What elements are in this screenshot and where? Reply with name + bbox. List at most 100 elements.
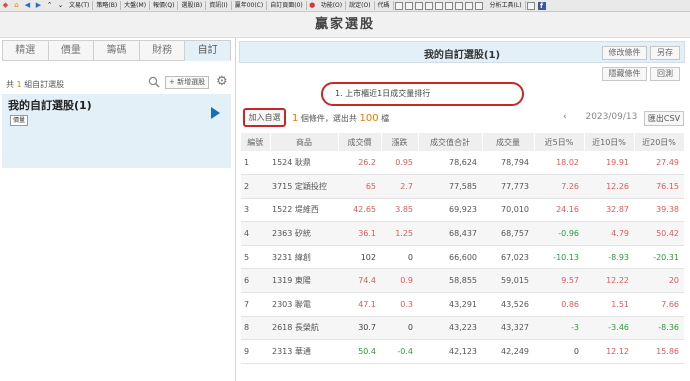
table-row[interactable]: 4 2363 矽統 36.1 1.25 68,437 68,757 -0.96 4.79 50.… — [241, 221, 684, 246]
window-icon-4[interactable] — [424, 1, 433, 10]
gear-icon[interactable]: ⚙ — [216, 75, 229, 88]
edit-condition-button[interactable]: 修改條件 — [602, 46, 647, 60]
expand-icon[interactable]: ⌄ — [56, 1, 65, 10]
window-icon-1[interactable] — [394, 1, 403, 10]
cell-10d: 32.87 — [584, 198, 634, 223]
col-header-value[interactable]: 成交值合計 — [418, 133, 483, 151]
table-row[interactable]: 7 2303 聯電 47.1 0.3 43,291 43,526 0.86 1.51 7.66 — [241, 292, 684, 317]
app-icon[interactable]: ◆ — [1, 1, 10, 10]
cell-name: 3231 緯創 — [270, 245, 338, 270]
export-csv-button[interactable]: 匯出CSV — [644, 111, 684, 126]
window-icon-9[interactable] — [474, 1, 483, 10]
condition-item[interactable]: 1. 上市櫃近1日成交量排行 — [321, 82, 524, 106]
col-header-name[interactable]: 商品 — [270, 133, 339, 151]
menu-quote[interactable]: 報價(Q) — [150, 1, 179, 10]
window-icon-5[interactable] — [434, 1, 443, 10]
cell-5d: 9.57 — [534, 268, 584, 294]
cell-change: 3.85 — [381, 198, 418, 223]
cell-no: 8 — [241, 316, 270, 341]
backtest-button[interactable]: 回測 — [650, 67, 680, 81]
col-header-price[interactable]: 成交價 — [338, 133, 382, 151]
facebook-icon[interactable]: f — [537, 1, 546, 10]
cell-5d: -10.13 — [534, 245, 584, 270]
save-as-button[interactable]: 另存 — [650, 46, 680, 60]
add-to-watchlist-button[interactable]: 加入自選 — [243, 108, 286, 127]
cell-5d: 0 — [534, 339, 584, 364]
table-row[interactable]: 8 2618 長榮航 30.7 0 43,223 43,327 -3 -3.46 -8.36 — [241, 316, 684, 341]
cell-change: 0.3 — [381, 292, 418, 317]
window-icon-6[interactable] — [444, 1, 453, 10]
menu-settings[interactable]: 說定(O) — [346, 1, 375, 10]
table-header-row: 編號 商品 成交價 漲跌 成交值合計 成交量 近5日% 近10日% 近20日% — [241, 133, 685, 151]
summary-text: 個條件，選出共 — [300, 114, 357, 123]
tab-chips[interactable]: 籌碼 — [93, 40, 139, 61]
hide-condition-button[interactable]: 隱藏條件 — [602, 67, 647, 81]
cell-change: 0.95 — [381, 151, 418, 176]
tab-featured[interactable]: 精選 — [2, 40, 48, 61]
table-row[interactable]: 3 1522 堤維西 42.65 3.85 69,923 70,010 24.16 32.87… — [241, 198, 684, 223]
table-row[interactable]: 2 3715 定穎投控 65 2.7 77,585 77,773 7.26 12.26 76.1… — [241, 174, 684, 199]
menu-analysis-tools[interactable]: 分析工具(L) — [487, 1, 526, 10]
category-badge: 價量 — [10, 115, 29, 126]
menu-function[interactable]: 功能(O) — [318, 1, 347, 10]
menu-strategy[interactable]: 策略(B) — [93, 1, 122, 10]
col-header-no[interactable]: 編號 — [241, 133, 271, 151]
custom-screen-item[interactable]: 我的自訂選股(1) 價量 — [2, 94, 231, 168]
chevron-left-icon[interactable]: ‹ — [547, 112, 583, 122]
menu-trade[interactable]: 文易(T) — [66, 1, 94, 10]
menu-winner[interactable]: 贏年00(C) — [232, 1, 268, 10]
category-tabs: 精選 價量 籌碼 財務 自訂 — [2, 40, 231, 61]
search-icon[interactable] — [148, 76, 160, 88]
cell-20d: 20 — [634, 268, 684, 294]
table-row[interactable]: 6 1319 東陽 74.4 0.9 58,855 59,015 9.57 12.22 20 — [241, 268, 684, 294]
cell-value: 58,855 — [418, 268, 482, 294]
window-icon-2[interactable] — [404, 1, 413, 10]
forward-icon[interactable]: ▶ — [34, 1, 43, 10]
window-icon-10[interactable] — [526, 1, 535, 10]
tab-financial[interactable]: 財務 — [138, 40, 185, 61]
tab-custom[interactable]: 自訂 — [184, 40, 231, 61]
tab-price-volume[interactable]: 價量 — [47, 40, 94, 61]
new-screen-button[interactable]: + 新增選股 — [165, 76, 210, 89]
group-count-suffix: 組自訂選股 — [24, 80, 65, 89]
cell-name: 2618 長榮航 — [270, 316, 338, 341]
table-row[interactable]: 9 2313 華通 50.4 -0.4 42,123 42,249 0 12.12 15.86 — [241, 339, 684, 364]
menu-code[interactable]: 代碼 — [375, 1, 394, 10]
cell-5d: -3 — [534, 316, 584, 341]
play-icon[interactable] — [211, 107, 220, 119]
col-header-volume[interactable]: 成交量 — [482, 133, 535, 151]
table-row[interactable]: 5 3231 緯創 102 0 66,600 67,023 -10.13 -8.93 -20.3… — [241, 245, 684, 270]
cell-value: 77,585 — [418, 174, 482, 199]
cell-20d: 7.66 — [634, 292, 684, 317]
menu-stock-pick[interactable]: 選股(B) — [178, 1, 207, 10]
col-header-5d[interactable]: 近5日% — [534, 133, 585, 151]
heart-icon[interactable]: ● — [308, 1, 317, 10]
menu-custom-page[interactable]: 自訂頁面(0) — [267, 1, 307, 10]
cell-5d: 7.26 — [534, 174, 584, 199]
collapse-icon[interactable]: ⌃ — [45, 1, 54, 10]
window-icon-3[interactable] — [414, 1, 423, 10]
back-icon[interactable]: ◀ — [23, 1, 32, 10]
window-icon-7[interactable] — [454, 1, 463, 10]
home-icon[interactable]: ⌂ — [12, 1, 21, 10]
cell-20d: 50.42 — [634, 221, 684, 246]
cell-no: 5 — [241, 245, 270, 270]
col-header-10d[interactable]: 近10日% — [584, 133, 635, 151]
result-count: 100 — [359, 113, 379, 124]
cell-20d: -8.36 — [634, 316, 684, 341]
table-row[interactable]: 1 1524 耿鼎 26.2 0.95 78,624 78,794 18.02 19.91 27… — [241, 151, 684, 176]
custom-screen-title: 我的自訂選股(1) — [8, 99, 92, 112]
cell-volume: 43,526 — [482, 292, 534, 317]
col-header-change[interactable]: 漲跌 — [381, 133, 419, 151]
window-icon-8[interactable] — [464, 1, 473, 10]
cell-value: 42,123 — [418, 339, 482, 364]
cell-10d: 1.51 — [584, 292, 634, 317]
col-header-20d[interactable]: 近20日% — [634, 133, 685, 151]
group-count-number: 1 — [16, 80, 22, 89]
menu-info[interactable]: 資訊(I) — [206, 1, 232, 10]
cell-value: 43,223 — [418, 316, 482, 341]
cell-price: 74.4 — [338, 268, 381, 294]
menu-market[interactable]: 大盤(M) — [121, 1, 151, 10]
cell-value: 69,923 — [418, 198, 482, 223]
cell-10d: 12.26 — [584, 174, 634, 199]
